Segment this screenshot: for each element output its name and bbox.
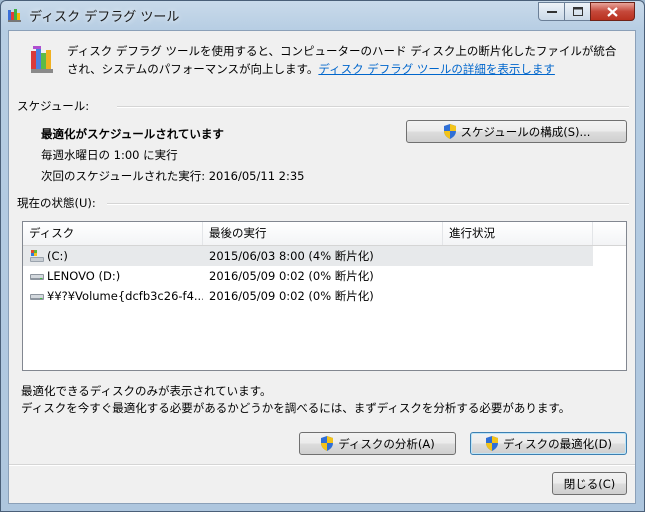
defrag-icon: [30, 45, 56, 75]
disk-row[interactable]: LENOVO (D:) 2016/05/09 0:02 (0% 断片化): [23, 266, 593, 286]
close-window-button[interactable]: [590, 2, 635, 21]
defrag-window: ディスク デフラグ ツール ディスク デフラグ ツールを使用すると、コンピュータ…: [0, 0, 645, 512]
uac-shield-icon: [320, 436, 334, 451]
window-title: ディスク デフラグ ツール: [29, 10, 180, 25]
details-link[interactable]: ディスク デフラグ ツールの詳細を表示します: [318, 62, 555, 76]
configure-schedule-button[interactable]: スケジュールの構成(S)...: [406, 120, 627, 143]
schedule-section-label: スケジュール:: [17, 99, 90, 113]
analyze-disk-label: ディスクの分析(A): [338, 436, 435, 451]
divider: [107, 203, 629, 205]
disk-last-run: 2016/05/09 0:02 (0% 断片化): [209, 269, 374, 283]
title-bar[interactable]: ディスク デフラグ ツール: [1, 1, 644, 29]
disk-row[interactable]: (C:) 2015/06/03 8:00 (4% 断片化): [23, 246, 593, 266]
disk-list-header: ディスク 最後の実行 進行状況: [23, 222, 626, 246]
disk-last-run: 2015/06/03 8:00 (4% 断片化): [209, 249, 374, 263]
defrag-app-icon: [7, 7, 23, 23]
disk-row[interactable]: ¥¥?¥Volume{dcfb3c26-f4... 2016/05/09 0:0…: [23, 286, 593, 306]
hard-drive-icon: [29, 288, 45, 304]
disk-name: (C:): [47, 249, 68, 263]
close-button-label: 閉じる(C): [563, 476, 616, 491]
disk-name-cell: LENOVO (D:): [23, 268, 203, 284]
schedule-next-run: 次回のスケジュールされた実行: 2016/05/11 2:35: [41, 169, 305, 183]
uac-shield-icon: [485, 436, 499, 451]
column-disk[interactable]: ディスク: [23, 222, 203, 245]
disk-name: ¥¥?¥Volume{dcfb3c26-f4...: [47, 289, 203, 303]
current-status-label: 現在の状態(U):: [17, 196, 96, 210]
footer-note-1: 最適化できるディスクのみが表示されています。: [21, 384, 272, 398]
disk-name-cell: ¥¥?¥Volume{dcfb3c26-f4...: [23, 288, 203, 304]
divider: [9, 464, 635, 466]
column-last-run[interactable]: 最後の実行: [203, 222, 443, 245]
maximize-button[interactable]: [564, 2, 591, 21]
schedule-status: 最適化がスケジュールされています: [41, 127, 224, 141]
column-progress[interactable]: 進行状況: [443, 222, 593, 245]
minimize-button[interactable]: [538, 2, 565, 21]
dialog-body: ディスク デフラグ ツールを使用すると、コンピューターのハード ディスク上の断片…: [8, 30, 636, 504]
close-button[interactable]: 閉じる(C): [552, 472, 627, 495]
system-drive-icon: [29, 248, 45, 264]
description: ディスク デフラグ ツールを使用すると、コンピューターのハード ディスク上の断片…: [67, 42, 627, 78]
schedule-frequency: 毎週水曜日の 1:00 に実行: [41, 148, 178, 162]
defragment-disk-label: ディスクの最適化(D): [502, 436, 613, 451]
configure-schedule-label: スケジュールの構成(S)...: [460, 124, 591, 139]
defragment-disk-button[interactable]: ディスクの最適化(D): [470, 432, 627, 455]
disk-name: LENOVO (D:): [47, 269, 121, 283]
disk-last-run: 2016/05/09 0:02 (0% 断片化): [209, 289, 374, 303]
disk-name-cell: (C:): [23, 248, 203, 264]
disk-list[interactable]: ディスク 最後の実行 進行状況 (C:) 2015/06/03 8:00 (4%…: [22, 221, 627, 371]
hard-drive-icon: [29, 268, 45, 284]
uac-shield-icon: [443, 124, 457, 139]
analyze-disk-button[interactable]: ディスクの分析(A): [299, 432, 456, 455]
divider: [117, 106, 629, 108]
footer-note-2: ディスクを今すぐ最適化する必要があるかどうかを調べるには、まずディスクを分析する…: [21, 401, 571, 415]
